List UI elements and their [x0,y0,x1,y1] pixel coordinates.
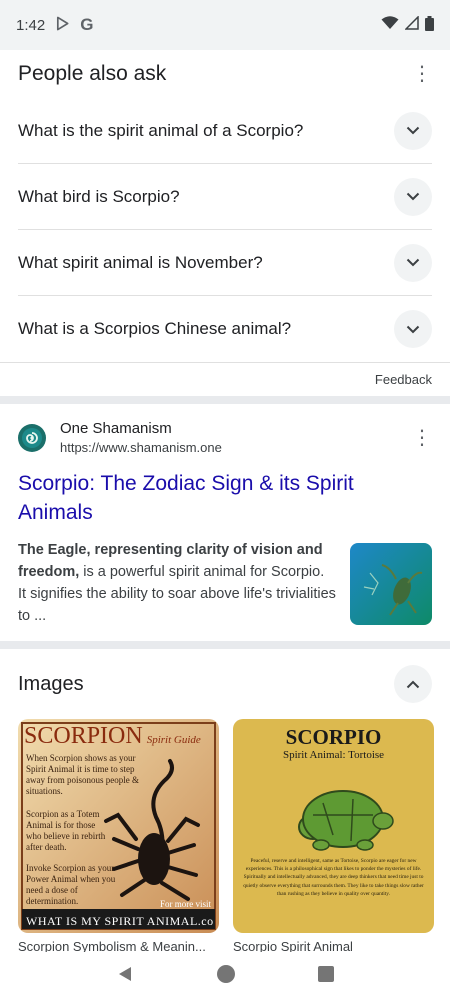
source-url: https://www.shamanism.one [60,440,222,455]
chevron-down-icon[interactable] [394,243,432,282]
paa-question-text: What is the spirit animal of a Scorpio? [18,120,304,140]
people-also-ask-section: People also ask ⋮ What is the spirit ani… [0,50,450,396]
image-card[interactable]: SCORPIO Spirit Animal: Tortoise Peaceful… [233,719,434,954]
back-icon[interactable] [116,965,134,988]
image1-footer: WHAT IS MY SPIRIT ANIMAL.co [26,914,214,928]
source-name: One Shamanism [60,420,172,437]
image2-heading: SCORPIO [285,725,382,749]
status-time: 1:42 [16,16,46,34]
paa-question[interactable]: What is a Scorpios Chinese animal? [18,296,432,362]
home-icon[interactable] [216,964,235,988]
image2-subheading: Spirit Animal: Tortoise [282,749,385,761]
result-title-link[interactable]: Scorpio: The Zodiac Sign & its Spirit An… [18,469,432,527]
more-options-icon[interactable]: ⋮ [412,428,432,448]
image-thumbnail[interactable]: SCORPION Spirit Guide When Scorpion show… [18,719,219,933]
chevron-up-icon[interactable] [394,665,432,703]
image-card[interactable]: SCORPION Spirit Guide When Scorpion show… [18,719,219,954]
more-options-icon[interactable]: ⋮ [412,64,432,84]
status-bar: 1:42 G [0,0,450,50]
google-icon: G [80,15,94,34]
image1-line3: Invoke Scorpion as your Power Animal whe… [26,863,116,906]
feedback-link[interactable]: Feedback [375,372,432,387]
section-divider [0,641,450,649]
images-section: Images SCORPION Spirit Guide When Scorpi… [0,649,450,954]
search-result: One Shamanism https://www.shamanism.one … [0,404,450,641]
paa-list: What is the spirit animal of a Scorpio? … [18,98,432,362]
play-store-icon [55,16,70,35]
paa-question[interactable]: What is the spirit animal of a Scorpio? [18,98,432,164]
signal-icon [404,15,419,34]
result-snippet: The Eagle, representing clarity of visio… [18,539,336,627]
image1-heading: SCORPION [24,723,143,749]
site-favicon-icon [18,423,46,452]
paa-question-text: What spirit animal is November? [18,252,263,272]
images-title: Images [18,672,84,695]
paa-question-text: What is a Scorpios Chinese animal? [18,319,292,338]
image-thumbnail[interactable]: SCORPIO Spirit Animal: Tortoise Peaceful… [233,719,434,933]
paa-question-text: What bird is Scorpio? [18,186,180,206]
paa-header: People also ask ⋮ [18,50,432,98]
chevron-down-icon[interactable] [394,111,432,150]
images-header: Images [18,649,432,719]
image1-line2: Scorpion as a Totem Animal is for those … [26,809,106,852]
paa-question[interactable]: What bird is Scorpio? [18,164,432,230]
image1-line1: When Scorpion shows as your Spirit Anima… [26,753,139,796]
paa-title: People also ask [18,62,167,85]
chevron-down-icon[interactable] [394,310,432,348]
image-carousel: SCORPION Spirit Guide When Scorpion show… [18,719,434,954]
recents-icon[interactable] [317,965,334,987]
image1-subheading: Spirit Guide [146,734,201,746]
battery-icon [425,15,434,35]
section-divider [0,396,450,404]
result-thumbnail[interactable] [350,543,432,625]
system-navigation-bar [0,952,450,1000]
image1-more: For more visit [160,899,211,909]
chevron-down-icon[interactable] [394,177,432,216]
result-source[interactable]: One Shamanism https://www.shamanism.one … [18,420,432,455]
paa-question[interactable]: What spirit animal is November? [18,230,432,296]
wifi-icon [381,16,399,34]
feedback-row: Feedback [0,362,450,396]
image2-body: Peaceful, reserve and intelligent, same … [243,858,424,897]
